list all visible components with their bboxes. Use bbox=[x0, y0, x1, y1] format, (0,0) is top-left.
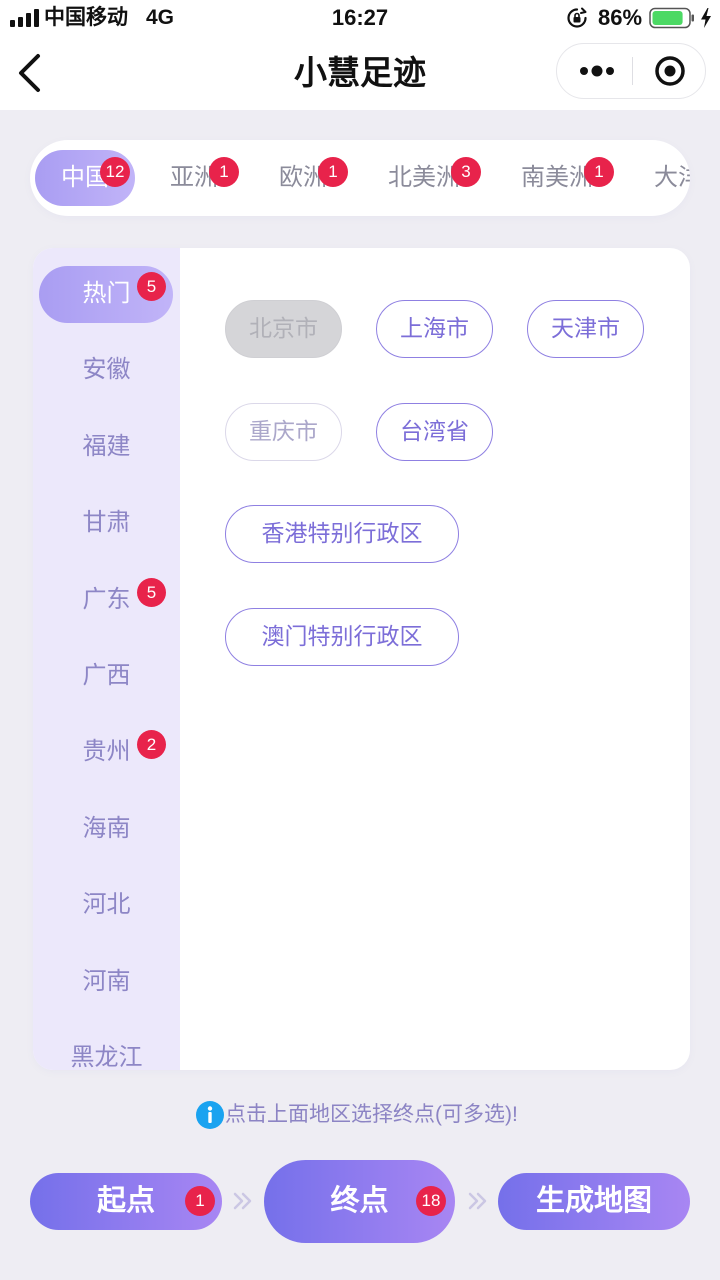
clock: 16:27 bbox=[331, 5, 389, 30]
sidebar-item-label: 广东 bbox=[82, 585, 131, 613]
count-badge: 1 bbox=[584, 157, 614, 187]
sidebar-item-guizhou[interactable]: 贵州 2 bbox=[33, 714, 180, 790]
more-dots-icon[interactable] bbox=[557, 44, 632, 98]
sidebar-item-label: 广西 bbox=[82, 661, 131, 689]
sidebar-item-anhui[interactable]: 安徽 bbox=[33, 332, 180, 408]
selection-hint: 点击上面地区选择终点(可多选)! bbox=[196, 1101, 518, 1129]
network-type: 4G bbox=[146, 6, 175, 29]
end-point-label: 终点 bbox=[330, 1185, 389, 1217]
sidebar-item-label: 福建 bbox=[82, 432, 131, 460]
count-badge: 12 bbox=[100, 157, 130, 187]
sidebar-item-hot[interactable]: 热门 5 bbox=[33, 256, 180, 332]
sidebar-item-gansu[interactable]: 甘肃 bbox=[33, 485, 180, 561]
region-picker-card: 热门 5 安徽 福建 甘肃 广东 5 广西 贵州 2 海南 河北 河南 黑龙江 … bbox=[33, 248, 690, 1070]
sidebar-item-henan[interactable]: 河南 bbox=[33, 944, 180, 1020]
double-chevron-right-icon bbox=[468, 1192, 487, 1210]
count-badge: 2 bbox=[137, 730, 166, 760]
sidebar-item-hainan[interactable]: 海南 bbox=[33, 791, 180, 867]
tab-label: 大洋 bbox=[654, 164, 690, 191]
tab-south-america[interactable]: 南美洲 1 bbox=[495, 150, 619, 206]
charging-bolt-icon bbox=[701, 8, 711, 28]
generate-map-label: 生成地图 bbox=[535, 1185, 652, 1217]
sidebar-item-label: 河南 bbox=[82, 967, 131, 995]
count-badge: 5 bbox=[137, 577, 166, 607]
signal-bars-icon bbox=[10, 9, 39, 27]
city-chip-taiwan[interactable]: 台湾省 bbox=[376, 402, 493, 461]
sidebar-item-label: 甘肃 bbox=[82, 509, 131, 537]
sidebar-item-label: 黑龙江 bbox=[70, 1043, 143, 1070]
tab-oceania[interactable]: 大洋 bbox=[628, 150, 690, 206]
tab-china[interactable]: 中国 12 bbox=[35, 150, 135, 206]
end-point-button[interactable]: 终点 18 bbox=[264, 1160, 455, 1243]
city-chip-beijing[interactable]: 北京市 bbox=[225, 300, 342, 358]
sidebar-item-hebei[interactable]: 河北 bbox=[33, 867, 180, 943]
tab-europe[interactable]: 欧洲 1 bbox=[253, 150, 353, 206]
generate-map-button[interactable]: 生成地图 bbox=[498, 1173, 690, 1230]
city-chip-tianjin[interactable]: 天津市 bbox=[527, 300, 644, 358]
sidebar-item-label: 安徽 bbox=[82, 356, 131, 384]
city-chip-macau[interactable]: 澳门特别行政区 bbox=[225, 607, 459, 666]
hint-text: 点击上面地区选择终点(可多选)! bbox=[225, 1103, 518, 1126]
target-circle-icon[interactable] bbox=[633, 44, 705, 98]
sidebar-item-label: 河北 bbox=[82, 891, 131, 919]
continent-tab-bar: 中国 12 亚洲 1 欧洲 1 北美洲 3 南美洲 1 大洋 bbox=[30, 140, 690, 216]
mini-program-capsule bbox=[556, 43, 706, 99]
tab-label: 北美洲 bbox=[388, 164, 460, 191]
back-chevron-icon[interactable] bbox=[6, 48, 56, 98]
carrier-name: 中国移动 bbox=[44, 6, 128, 29]
battery-level-fill bbox=[652, 11, 683, 25]
start-point-button[interactable]: 起点 1 bbox=[30, 1173, 222, 1230]
status-bar: 中国移动 4G 16:27 86% bbox=[0, 0, 720, 36]
sidebar-item-label: 热门 bbox=[82, 280, 131, 307]
city-chip-shanghai[interactable]: 上海市 bbox=[376, 300, 493, 358]
rotation-lock-icon bbox=[567, 7, 587, 28]
sidebar-item-guangdong[interactable]: 广东 5 bbox=[33, 562, 180, 638]
tab-north-america[interactable]: 北美洲 3 bbox=[362, 150, 486, 206]
city-chip-grid: 北京市 上海市 天津市 重庆市 台湾省 香港特别行政区 澳门特别行政区 bbox=[180, 248, 690, 1070]
sidebar-item-label: 海南 bbox=[82, 814, 131, 842]
count-badge: 1 bbox=[318, 157, 348, 187]
sidebar-item-guangxi[interactable]: 广西 bbox=[33, 638, 180, 714]
sidebar-item-fujian[interactable]: 福建 bbox=[33, 409, 180, 485]
page-title: 小慧足迹 bbox=[294, 54, 426, 91]
sidebar-item-label: 贵州 bbox=[82, 738, 131, 766]
province-sidebar[interactable]: 热门 5 安徽 福建 甘肃 广东 5 广西 贵州 2 海南 河北 河南 黑龙江 bbox=[33, 248, 180, 1070]
tab-asia[interactable]: 亚洲 1 bbox=[144, 150, 244, 206]
navigation-bar: 小慧足迹 bbox=[0, 36, 720, 110]
city-chip-chongqing[interactable]: 重庆市 bbox=[225, 402, 342, 461]
double-chevron-right-icon bbox=[233, 1192, 252, 1210]
battery-icon bbox=[649, 7, 694, 29]
start-point-label: 起点 bbox=[96, 1185, 155, 1217]
info-icon bbox=[196, 1101, 224, 1129]
sidebar-item-heilongjiang[interactable]: 黑龙江 bbox=[33, 1020, 180, 1070]
count-badge: 5 bbox=[137, 272, 166, 301]
city-chip-hongkong[interactable]: 香港特别行政区 bbox=[225, 505, 459, 563]
count-badge: 18 bbox=[416, 1186, 446, 1216]
tab-label: 南美洲 bbox=[521, 164, 593, 191]
count-badge: 1 bbox=[209, 157, 239, 187]
count-badge: 1 bbox=[185, 1186, 215, 1216]
continent-tab-track: 中国 12 亚洲 1 欧洲 1 北美洲 3 南美洲 1 大洋 bbox=[35, 150, 690, 206]
battery-percent: 86% bbox=[598, 5, 643, 30]
app-header: 中国移动 4G 16:27 86% 小慧足迹 bbox=[0, 0, 720, 110]
count-badge: 3 bbox=[451, 157, 481, 187]
